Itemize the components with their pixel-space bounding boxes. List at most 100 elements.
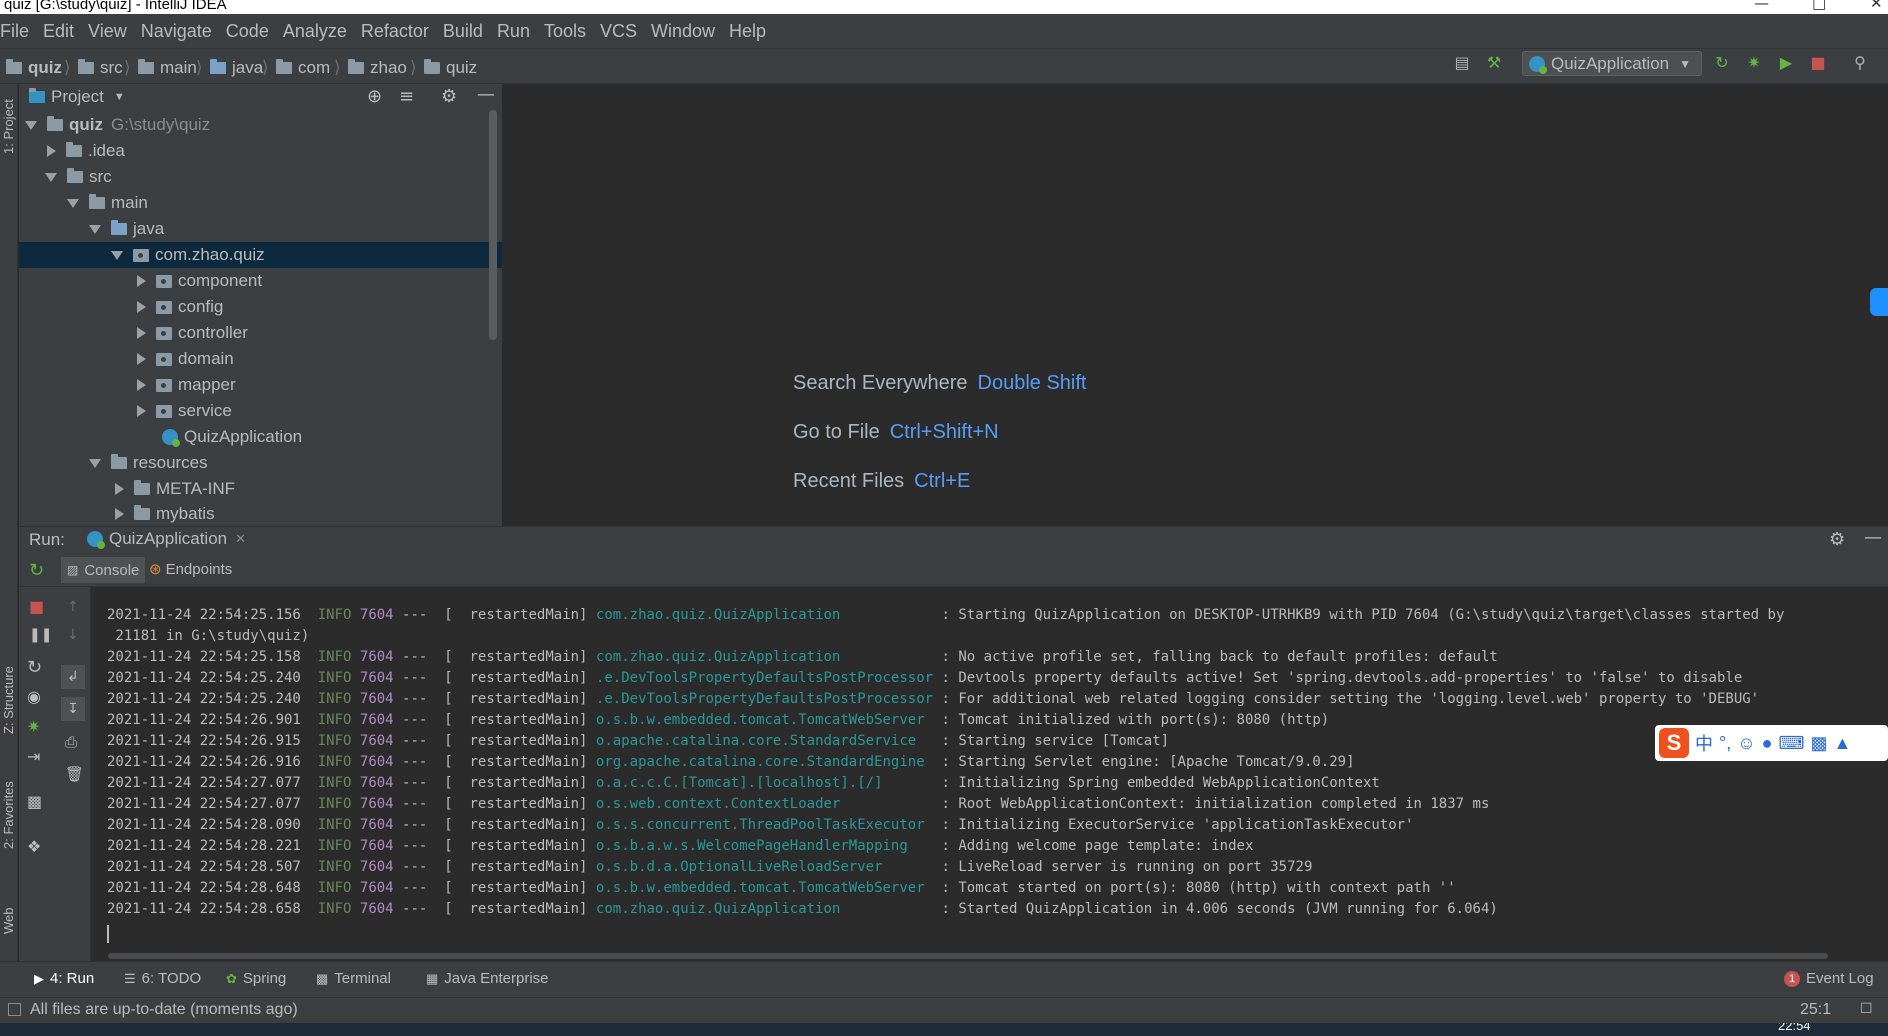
tree-item-com-zhao-quiz[interactable]: com.zhao.quiz: [19, 242, 502, 268]
structure-tool-tab[interactable]: Z: Structure: [1, 666, 16, 734]
breadcrumb-item-zhao[interactable]: zhao: [348, 58, 407, 78]
build-hammer-icon[interactable]: ⚒: [1484, 52, 1504, 72]
menu-view[interactable]: View: [88, 21, 135, 42]
scroll-to-end-icon[interactable]: ↧: [61, 697, 85, 721]
menu-code[interactable]: Code: [226, 21, 277, 42]
menu-edit[interactable]: Edit: [43, 21, 82, 42]
tab-terminal[interactable]: ▩ Terminal: [316, 970, 391, 987]
tab-java-enterprise[interactable]: ▦ Java Enterprise: [426, 970, 549, 987]
toggle-tool-windows-icon[interactable]: [8, 1003, 21, 1016]
menu-file[interactable]: File: [0, 21, 37, 42]
hide-icon[interactable]: —: [1864, 527, 1882, 548]
favorites-tool-tab[interactable]: 2: Favorites: [1, 781, 16, 849]
search-icon[interactable]: ⚲: [1850, 52, 1870, 72]
tree-item-quizapplication[interactable]: QuizApplication: [19, 424, 502, 450]
breadcrumb-item-src[interactable]: src: [78, 58, 123, 78]
tree-item-mybatis[interactable]: mybatis: [19, 502, 502, 526]
debug-icon[interactable]: ✷: [1744, 52, 1764, 72]
tab-endpoints[interactable]: ⊛ Endpoints: [149, 560, 232, 579]
web-tool-tab[interactable]: Web: [1, 908, 16, 935]
stop-icon[interactable]: ■: [29, 597, 44, 616]
lock-icon[interactable]: ☐: [1860, 1001, 1873, 1017]
gear-icon[interactable]: ⚙: [1829, 529, 1845, 550]
console-output[interactable]: 2021-11-24 22:54:25.156 INFO 7604 --- [ …: [92, 597, 1888, 961]
project-tool-tab[interactable]: 1: Project: [1, 99, 16, 154]
maximize-icon[interactable]: □: [1812, 0, 1826, 12]
run-tab-quizapplication[interactable]: QuizApplication ✕: [87, 529, 246, 549]
scroll-down-icon[interactable]: ↓: [67, 627, 79, 643]
keyboard-icon[interactable]: ⌨: [1778, 733, 1804, 754]
tab-spring[interactable]: ✿ Spring: [226, 970, 286, 987]
tree-item-meta-inf[interactable]: META-INF: [19, 476, 502, 502]
menu-navigate[interactable]: Navigate: [141, 21, 220, 42]
console-horizontal-scrollbar[interactable]: [108, 953, 1828, 959]
hide-icon[interactable]: —: [477, 84, 495, 105]
tab-todo[interactable]: ☰ 6: TODO: [124, 970, 201, 987]
close-tab-icon[interactable]: ✕: [235, 531, 246, 547]
run-with-coverage-icon[interactable]: ▶: [1776, 52, 1796, 72]
tree-item-domain[interactable]: domain: [19, 346, 502, 372]
collapse-all-icon[interactable]: ≡: [399, 86, 414, 107]
frame-icon[interactable]: ▤: [1452, 52, 1472, 72]
ime-logo[interactable]: S: [1659, 728, 1689, 758]
menu-refactor[interactable]: Refactor: [361, 21, 437, 42]
pin-icon[interactable]: ❖: [27, 837, 41, 856]
gear-icon[interactable]: ⚙: [441, 86, 457, 107]
menu-tools[interactable]: Tools: [544, 21, 594, 42]
restore-layout-icon[interactable]: ↻: [27, 657, 42, 678]
menu-help[interactable]: Help: [729, 21, 774, 42]
microphone-icon[interactable]: ●: [1762, 733, 1773, 754]
caret-position[interactable]: 25:1: [1800, 1001, 1831, 1019]
menu-build[interactable]: Build: [443, 21, 491, 42]
soft-wrap-icon[interactable]: ↲: [61, 665, 85, 689]
tree-item-service[interactable]: service: [19, 398, 502, 424]
menu-window[interactable]: Window: [651, 21, 723, 42]
locate-icon[interactable]: ⊕: [367, 86, 382, 107]
tree-item-java[interactable]: java: [19, 216, 502, 242]
scroll-up-icon[interactable]: ↑: [67, 599, 79, 615]
ime-mode[interactable]: 中: [1695, 730, 1713, 756]
camera-icon[interactable]: ◉: [27, 687, 41, 706]
breadcrumb-item-quiz-pkg[interactable]: quiz: [424, 58, 477, 78]
punctuation-icon[interactable]: °,: [1719, 733, 1731, 754]
print-icon[interactable]: ⎙: [65, 733, 77, 751]
run-panel-label: Run:: [29, 530, 65, 549]
trash-icon[interactable]: 🗑: [65, 765, 84, 783]
menu-run[interactable]: Run: [497, 21, 538, 42]
pause-icon[interactable]: ❚❚: [29, 627, 52, 643]
tree-item-resources[interactable]: resources: [19, 450, 502, 476]
minimize-icon[interactable]: —: [1754, 0, 1769, 12]
login-icon[interactable]: ⇥: [27, 747, 40, 766]
tab-run[interactable]: ▶ 4: Run: [34, 970, 94, 987]
menu-analyze[interactable]: Analyze: [283, 21, 355, 42]
shirt-icon[interactable]: ▲: [1833, 733, 1851, 754]
debug-icon[interactable]: ✷: [27, 717, 40, 736]
breadcrumb-item-com[interactable]: com: [276, 58, 330, 78]
rerun-icon[interactable]: ↻: [29, 560, 44, 581]
skin-icon[interactable]: ▩: [1810, 733, 1827, 754]
project-scrollbar[interactable]: [489, 110, 497, 340]
java-enterprise-icon: ▦: [426, 970, 439, 986]
breadcrumb-item-main[interactable]: main: [138, 58, 197, 78]
tree-item-config[interactable]: config: [19, 294, 502, 320]
rerun-icon[interactable]: ↻: [1712, 52, 1732, 72]
breadcrumb-item-java[interactable]: java: [210, 58, 263, 78]
side-widget-icon[interactable]: [1870, 288, 1888, 316]
tree-item-controller[interactable]: controller: [19, 320, 502, 346]
menu-vcs[interactable]: VCS: [600, 21, 645, 42]
stop-icon[interactable]: ■: [1808, 52, 1828, 72]
tree-item-idea[interactable]: .idea: [19, 138, 502, 164]
layout-icon[interactable]: ▩: [27, 792, 42, 811]
event-log-button[interactable]: 1 Event Log: [1784, 970, 1874, 987]
project-view-select[interactable]: Project ▼: [29, 87, 125, 107]
run-configuration-select[interactable]: QuizApplication ▼: [1522, 51, 1702, 76]
tree-item-main[interactable]: main: [19, 190, 502, 216]
tree-item-component[interactable]: component: [19, 268, 502, 294]
close-icon[interactable]: ✕: [1870, 0, 1883, 12]
emoji-icon[interactable]: ☺: [1737, 733, 1755, 754]
tree-item-quiz[interactable]: quiz G:\study\quiz: [19, 112, 502, 138]
tree-item-mapper[interactable]: mapper: [19, 372, 502, 398]
breadcrumb-item-quiz[interactable]: quiz: [6, 58, 62, 78]
tab-console[interactable]: ▨ Console: [61, 557, 146, 583]
tree-item-src[interactable]: src: [19, 164, 502, 190]
